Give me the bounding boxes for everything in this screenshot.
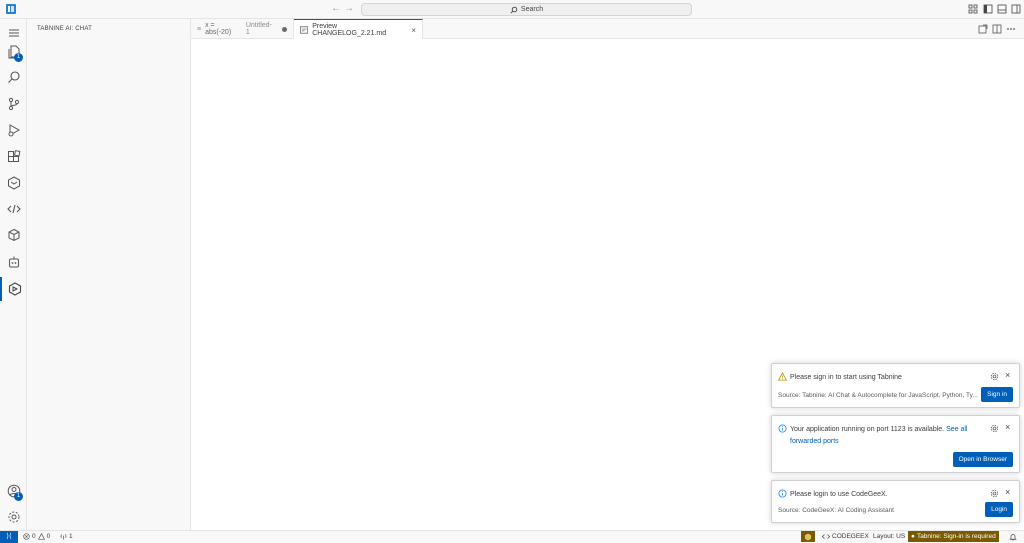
codegeex-label: CODEGEEX <box>832 533 869 540</box>
vscode-logo-icon[interactable] <box>6 4 16 14</box>
notification-forwarded-port: Your application running on port 1123 is… <box>771 415 1020 473</box>
info-icon <box>778 424 787 433</box>
notification-message: Your application running on port 1123 is… <box>790 424 980 448</box>
radio-tower-icon <box>60 534 67 540</box>
notification-tabnine-signin: Please sign in to start using Tabnine × … <box>771 363 1020 408</box>
close-icon[interactable]: × <box>1005 487 1010 497</box>
run-and-debug-icon[interactable] <box>0 118 27 142</box>
code-icon <box>822 534 830 539</box>
title-bar: ← → Search <box>0 0 1024 19</box>
toggle-primary-sidebar-icon[interactable] <box>983 4 993 14</box>
notification-message: Please login to use CodeGeeX. <box>790 491 888 498</box>
accounts-badge: 1 <box>14 492 23 501</box>
unsaved-dot-icon[interactable] <box>282 26 287 32</box>
ports-status[interactable]: 1 <box>60 531 73 542</box>
gear-icon[interactable] <box>990 372 999 381</box>
notification-codegeex-login: Please login to use CodeGeeX. × Source: … <box>771 480 1020 523</box>
close-icon[interactable]: × <box>411 26 416 35</box>
extensions-icon[interactable] <box>0 145 27 169</box>
close-icon[interactable]: × <box>1005 422 1010 432</box>
search-view-icon[interactable] <box>0 65 27 89</box>
gear-icon[interactable] <box>990 424 999 433</box>
source-control-icon[interactable] <box>0 92 27 116</box>
code-icon[interactable] <box>0 197 27 221</box>
notification-message: Please sign in to start using Tabnine <box>790 374 902 381</box>
search-label: Search <box>520 6 544 13</box>
close-icon[interactable]: × <box>1005 370 1010 380</box>
explorer-icon[interactable]: 1 <box>0 40 27 64</box>
status-bar: ⟩⟨ 0 0 1 CODEGEEX Layout: US ● Tabnine: … <box>0 530 1024 543</box>
keyboard-layout-status[interactable]: Layout: US <box>873 531 905 542</box>
info-icon <box>778 489 787 498</box>
sidebar-title: TABNINE AI: CHAT <box>37 26 92 32</box>
problems-status[interactable]: 0 0 <box>23 531 50 542</box>
customize-layout-icon[interactable] <box>968 4 978 14</box>
sidebar-tabnine-chat: TABNINE AI: CHAT <box>27 19 191 530</box>
package-icon[interactable] <box>0 223 27 247</box>
editor-tab-bar: ≡ x = abs(-20) Untitled-1 Preview CHANGE… <box>191 19 1024 40</box>
accounts-icon[interactable]: 1 <box>0 479 27 503</box>
codegeex-status[interactable]: CODEGEEX <box>822 531 869 542</box>
plaintext-file-icon: ≡ <box>197 25 202 33</box>
tab-detail: Untitled-1 <box>245 22 272 36</box>
gear-icon[interactable] <box>990 489 999 498</box>
explorer-badge: 1 <box>14 53 23 62</box>
search-icon <box>510 6 518 14</box>
login-button[interactable]: Login <box>985 502 1013 517</box>
robot-icon[interactable] <box>0 250 27 274</box>
tabnine-status-dot-icon: ● <box>911 533 915 540</box>
remote-icon[interactable]: ⟩⟨ <box>0 531 18 543</box>
toggle-secondary-sidebar-icon[interactable] <box>1011 4 1021 14</box>
tab-label: Preview CHANGELOG_2.21.md <box>312 23 387 37</box>
tabnine-icon[interactable] <box>0 171 27 195</box>
activity-bar: 1 1 <box>0 19 27 530</box>
tabnine-logo-icon[interactable] <box>801 531 815 542</box>
command-center-search[interactable]: Search <box>361 3 692 16</box>
ports-count: 1 <box>69 533 73 540</box>
toggle-panel-icon[interactable] <box>997 4 1007 14</box>
open-source-icon[interactable] <box>978 24 988 34</box>
error-count: 0 <box>32 533 36 540</box>
tabnine-status[interactable]: ● Tabnine: Sign-in is required <box>908 531 999 542</box>
split-editor-icon[interactable] <box>992 24 1002 34</box>
gear-icon[interactable] <box>0 505 27 529</box>
notification-message-text: Your application running on port 1123 is… <box>790 426 945 433</box>
warning-count: 0 <box>46 533 51 540</box>
warning-icon <box>37 533 45 540</box>
error-icon <box>23 533 30 540</box>
tab-untitled-1[interactable]: ≡ x = abs(-20) Untitled-1 <box>191 19 294 39</box>
warning-icon <box>778 372 787 381</box>
preview-icon <box>300 26 309 34</box>
more-actions-icon[interactable] <box>1006 24 1016 34</box>
sign-in-button[interactable]: Sign in <box>981 387 1013 402</box>
arrow-right-icon[interactable]: → <box>343 3 355 15</box>
tab-label: x = abs(-20) <box>205 22 232 36</box>
tab-preview-changelog[interactable]: Preview CHANGELOG_2.21.md × <box>294 19 423 40</box>
notifications-bell-icon[interactable] <box>1009 531 1017 542</box>
open-in-browser-button[interactable]: Open in Browser <box>952 452 1013 467</box>
notification-source: Source: CodeGeeX: AI Coding Assistant <box>778 507 894 514</box>
arrow-left-icon[interactable]: ← <box>330 3 342 15</box>
notification-source: Source: Tabnine: AI Chat & Autocomplete … <box>778 392 978 399</box>
codegeex-icon[interactable] <box>0 277 27 301</box>
tabnine-status-label: Tabnine: Sign-in is required <box>916 533 996 540</box>
